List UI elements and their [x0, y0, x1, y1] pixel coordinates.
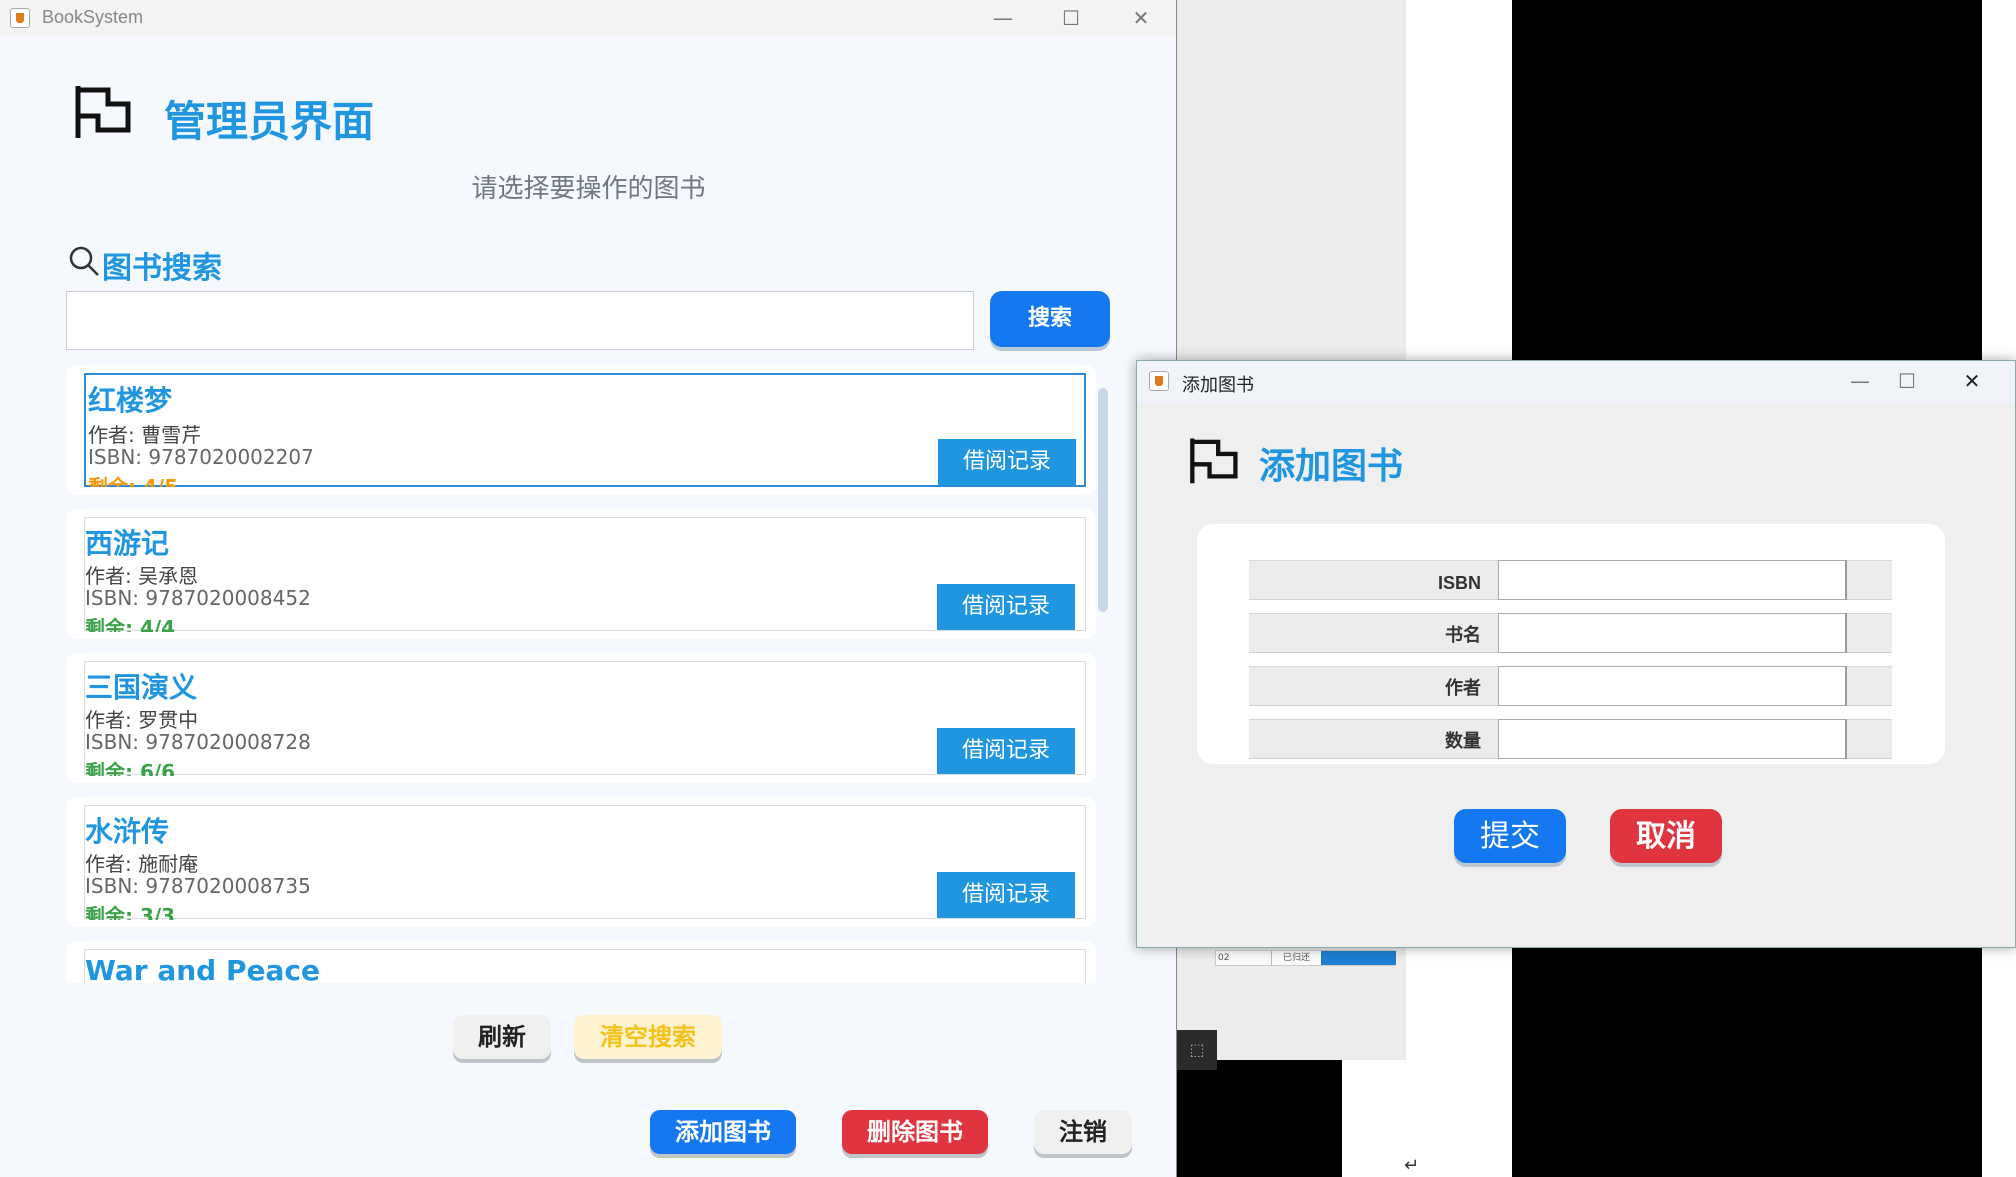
borrow-records-button[interactable]: 借阅记录	[938, 439, 1076, 485]
book-card-body: 三国演义 作者: 罗贯中 ISBN: 9787020008728 剩余: 6/6…	[84, 661, 1086, 776]
borrow-records-button[interactable]: 借阅记录	[937, 584, 1075, 630]
logout-button[interactable]: 注销	[1034, 1110, 1132, 1154]
dialog-heading: 添加图书	[1259, 446, 1404, 487]
book-card[interactable]: 西游记 作者: 吴承恩 ISBN: 9787020008452 剩余: 4/4 …	[66, 509, 1096, 639]
maximize-button[interactable]: ☐	[1036, 2, 1106, 34]
delete-book-button[interactable]: 删除图书	[842, 1110, 988, 1154]
borrow-records-button[interactable]: 借阅记录	[937, 872, 1075, 918]
isbn-label: ISBN	[1437, 573, 1481, 593]
search-icon	[68, 245, 99, 276]
title-bar: BookSystem — ☐ ✕	[0, 0, 1176, 36]
java-icon	[10, 8, 30, 28]
book-card[interactable]: 红楼梦 作者: 曹雪芹 ISBN: 9787020002207 剩余: 4/5 …	[66, 365, 1096, 495]
book-card-body: 红楼梦 作者: 曹雪芹 ISBN: 9787020002207 剩余: 4/5 …	[84, 373, 1086, 487]
book-remaining: 剩余: 4/5	[88, 475, 179, 487]
close-button[interactable]: ✕	[1106, 2, 1176, 34]
page-subtitle: 请选择要操作的图书	[471, 174, 706, 204]
dialog-close-button[interactable]: ✕	[1937, 365, 2007, 397]
clear-search-button[interactable]: 清空搜索	[574, 1015, 722, 1059]
add-book-form: ISBN 书名 作者 数量	[1197, 524, 1945, 764]
main-window: BookSystem — ☐ ✕ 管理员界面 请选择要操作的图书 图书搜索 搜索…	[0, 0, 1177, 1177]
book-title: 西游记	[85, 527, 170, 560]
refresh-button[interactable]: 刷新	[453, 1015, 551, 1059]
book-author: 作者: 吴承恩	[85, 564, 199, 588]
search-button[interactable]: 搜索	[990, 291, 1110, 347]
book-isbn: ISBN: 9787020008452	[85, 586, 311, 610]
book-isbn: ISBN: 9787020002207	[88, 445, 314, 469]
background-sheet-cell: 02	[1218, 953, 1230, 963]
background-sheet-cell: 已归还	[1271, 951, 1321, 965]
flag-icon	[1187, 435, 1239, 485]
search-input[interactable]	[66, 291, 974, 350]
quantity-label: 数量	[1445, 731, 1481, 752]
title-label: 书名	[1445, 625, 1481, 646]
book-title: War and Peace	[85, 954, 320, 983]
form-row-title: 书名	[1249, 613, 1892, 653]
java-icon	[1149, 371, 1169, 391]
book-card-body: 水浒传 作者: 施耐庵 ISBN: 9787020008735 剩余: 3/3 …	[84, 805, 1086, 920]
book-title: 水浒传	[85, 815, 170, 848]
book-remaining: 剩余: 4/4	[85, 616, 176, 632]
book-card[interactable]: War and Peace	[66, 941, 1096, 983]
page-title: 管理员界面	[164, 97, 375, 146]
book-author: 作者: 罗贯中	[85, 708, 199, 732]
dialog-maximize-button[interactable]: ☐	[1877, 365, 1937, 397]
book-remaining: 剩余: 3/3	[85, 904, 176, 920]
background-sheet-row: 02 已归还	[1215, 950, 1396, 966]
book-author: 作者: 曹雪芹	[88, 423, 202, 447]
book-title: 三国演义	[85, 671, 198, 704]
background-panel-bottom	[1342, 1060, 1406, 1177]
book-list-scrollbar[interactable]	[1098, 388, 1108, 612]
dialog-title-bar: 添加图书 — ☐ ✕	[1137, 361, 2015, 403]
book-card-body: 西游记 作者: 吴承恩 ISBN: 9787020008452 剩余: 4/4 …	[84, 517, 1086, 632]
book-list[interactable]: 红楼梦 作者: 曹雪芹 ISBN: 9787020002207 剩余: 4/5 …	[66, 365, 1111, 983]
add-book-button[interactable]: 添加图书	[650, 1110, 796, 1154]
window-title: BookSystem	[42, 7, 144, 27]
book-card[interactable]: 水浒传 作者: 施耐庵 ISBN: 9787020008735 剩余: 3/3 …	[66, 797, 1096, 927]
form-row-quantity: 数量	[1249, 719, 1892, 759]
book-isbn: ISBN: 9787020008728	[85, 730, 311, 754]
return-icon: ↵	[1404, 1155, 1420, 1176]
book-card-body: War and Peace	[84, 949, 1086, 983]
title-field[interactable]	[1498, 613, 1847, 653]
book-title: 红楼梦	[88, 384, 173, 417]
author-field[interactable]	[1498, 666, 1847, 706]
cancel-button[interactable]: 取消	[1610, 809, 1722, 863]
book-remaining: 剩余: 6/6	[85, 760, 176, 776]
lock-icon: ⬚	[1177, 1030, 1217, 1070]
add-book-dialog: 添加图书 — ☐ ✕ 添加图书 ISBN 书名 作者 数量 提交 取消	[1136, 360, 2016, 948]
background-panel-dark-bottom	[1177, 1060, 1342, 1177]
book-card[interactable]: 三国演义 作者: 罗贯中 ISBN: 9787020008728 剩余: 6/6…	[66, 653, 1096, 783]
flag-icon	[72, 82, 132, 140]
quantity-field[interactable]	[1498, 719, 1847, 759]
form-row-isbn: ISBN	[1249, 560, 1892, 600]
book-isbn: ISBN: 9787020008735	[85, 874, 311, 898]
dialog-window-title: 添加图书	[1182, 375, 1254, 396]
submit-button[interactable]: 提交	[1454, 809, 1566, 863]
background-sheet-cell-highlight	[1321, 951, 1396, 965]
book-author: 作者: 施耐庵	[85, 852, 199, 876]
form-row-author: 作者	[1249, 666, 1892, 706]
search-section-title: 图书搜索	[102, 251, 222, 286]
borrow-records-button[interactable]: 借阅记录	[937, 728, 1075, 774]
isbn-field[interactable]	[1498, 560, 1847, 600]
author-label: 作者	[1445, 678, 1481, 699]
minimize-button[interactable]: —	[968, 2, 1038, 34]
